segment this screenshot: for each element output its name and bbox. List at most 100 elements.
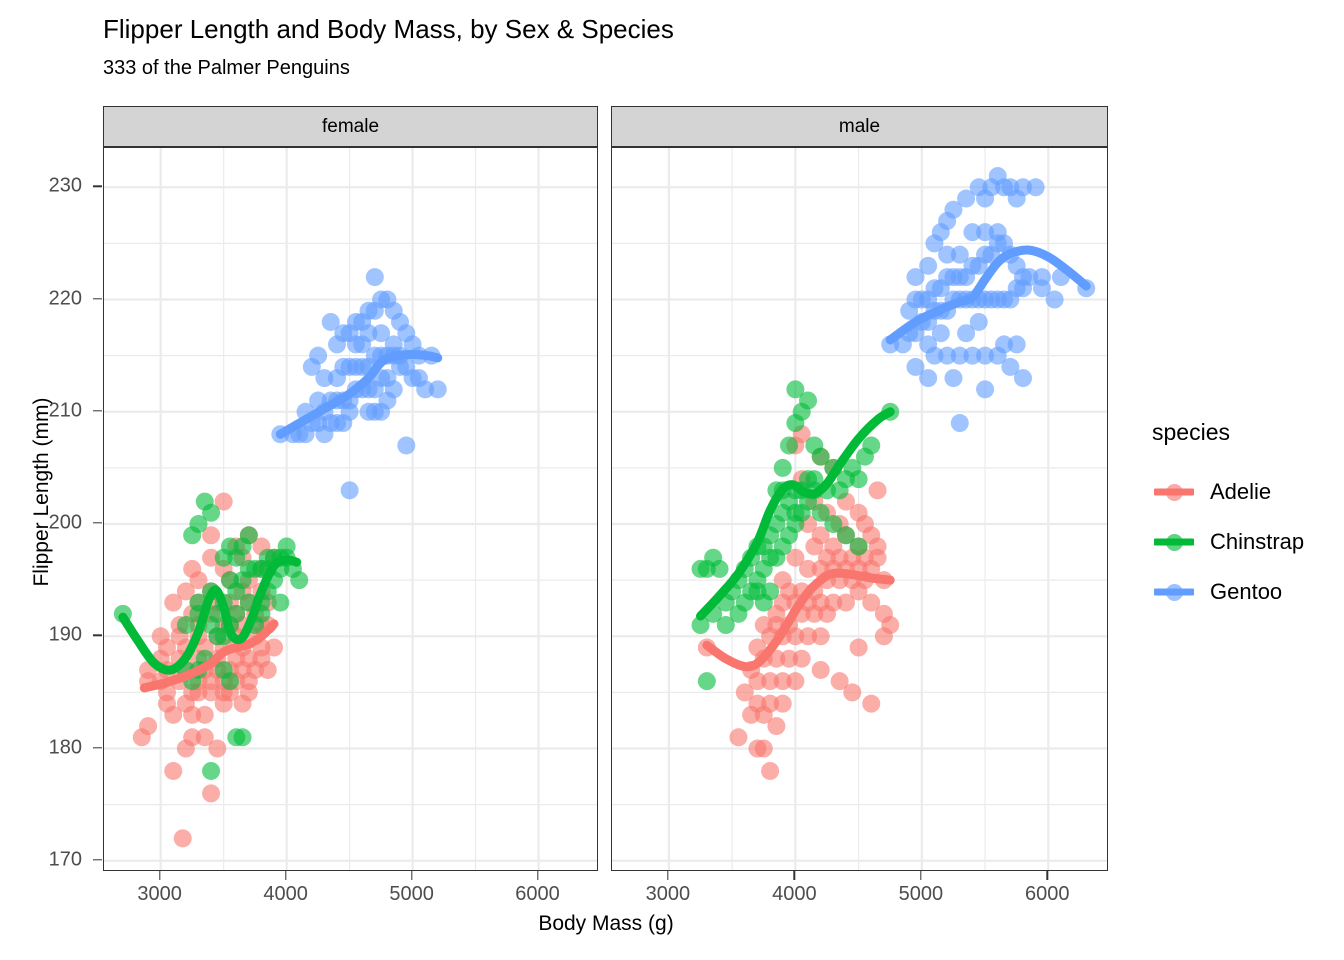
data-point: [868, 481, 887, 500]
data-point: [1014, 369, 1033, 388]
data-point: [748, 582, 767, 601]
legend-item-gentoo[interactable]: Gentoo: [1152, 570, 1282, 614]
data-point: [265, 638, 284, 657]
data-point: [830, 481, 849, 500]
x-tick-mark: [1046, 871, 1048, 880]
facet-strip-female: female: [103, 106, 598, 147]
facet-strip-male: male: [611, 106, 1108, 147]
data-point: [862, 694, 881, 713]
data-point: [1026, 178, 1045, 197]
points-gentoo: [881, 167, 1096, 433]
data-point: [202, 761, 221, 780]
x-tick-label: 4000: [263, 883, 308, 905]
x-tick-label: 6000: [1025, 883, 1070, 905]
data-point: [780, 436, 799, 455]
data-point: [139, 717, 158, 736]
x-tick-label: 3000: [137, 883, 182, 905]
data-point: [944, 369, 963, 388]
data-point: [164, 761, 183, 780]
data-point: [220, 672, 239, 691]
data-point: [271, 593, 290, 612]
data-point: [214, 694, 233, 713]
data-point: [290, 571, 309, 590]
x-tick-label: 4000: [772, 883, 817, 905]
data-point: [786, 672, 805, 691]
data-point: [767, 717, 786, 736]
data-point: [397, 436, 416, 455]
data-point: [359, 402, 378, 421]
y-tick-mark: [93, 634, 102, 636]
x-axis-title: Body Mass (g): [538, 912, 674, 935]
legend-key-point: [1165, 583, 1183, 601]
legend-item-adelie[interactable]: Adelie: [1152, 470, 1271, 514]
data-point: [773, 694, 792, 713]
data-point: [183, 559, 202, 578]
y-tick-label: 190: [48, 623, 82, 646]
data-point: [931, 324, 950, 343]
plot-panel-female: [103, 147, 598, 871]
data-point: [321, 312, 340, 331]
y-tick-label: 180: [48, 736, 82, 759]
legend-key-point: [1165, 533, 1183, 551]
data-point: [151, 627, 170, 646]
data-point: [710, 559, 729, 578]
legend-item-label: Adelie: [1210, 479, 1272, 504]
data-point: [202, 503, 221, 522]
data-point: [239, 526, 258, 545]
legend-item-label: Chinstrap: [1210, 529, 1305, 554]
data-point: [340, 481, 359, 500]
y-tick-label: 170: [48, 848, 82, 871]
data-point: [315, 369, 334, 388]
plot-panel-male: [611, 147, 1108, 871]
x-tick-label: 6000: [515, 883, 560, 905]
x-tick-label: 5000: [389, 883, 434, 905]
y-tick-label: 210: [48, 399, 82, 422]
x-tick-mark: [667, 871, 669, 880]
y-tick-label: 230: [48, 174, 82, 197]
y-tick-mark: [93, 522, 102, 524]
chart-title: Flipper Length and Body Mass, by Sex & S…: [103, 14, 674, 44]
data-point: [202, 784, 221, 803]
data-point: [906, 357, 925, 376]
facet-strip-label: female: [321, 115, 380, 137]
data-point: [950, 414, 969, 433]
y-axis-title: Flipper Length (mm): [30, 397, 53, 587]
data-point: [906, 268, 925, 287]
y-tick-mark: [93, 185, 102, 187]
data-point: [786, 503, 805, 522]
data-point: [830, 672, 849, 691]
data-point: [729, 728, 748, 747]
legend-item-chinstrap[interactable]: Chinstrap: [1152, 520, 1304, 564]
data-point: [428, 380, 447, 399]
y-tick-mark: [93, 297, 102, 300]
data-point: [1045, 290, 1064, 309]
x-tick-mark: [284, 871, 287, 880]
legend-key-glyph: [1152, 470, 1196, 514]
y-tick-mark: [93, 746, 102, 749]
y-tick-label: 200: [48, 511, 82, 534]
data-point: [164, 705, 183, 724]
y-tick-mark: [93, 410, 102, 412]
data-point: [365, 268, 384, 287]
legend-key-glyph: [1152, 520, 1196, 564]
x-tick-mark: [793, 871, 796, 880]
data-point: [773, 458, 792, 477]
data-point: [849, 582, 868, 601]
data-point: [195, 728, 214, 747]
x-tick-mark: [920, 871, 922, 880]
y-tick-label: 220: [48, 287, 82, 310]
data-point: [1032, 268, 1051, 287]
chart-subtitle: 333 of the Palmer Penguins: [103, 57, 350, 79]
data-point: [849, 638, 868, 657]
data-point: [792, 649, 811, 668]
data-point: [233, 728, 252, 747]
legend-key-point: [1165, 483, 1183, 501]
legend-item-label: Gentoo: [1210, 579, 1283, 604]
data-point: [183, 705, 202, 724]
data-point: [176, 739, 195, 758]
data-point: [239, 683, 258, 702]
data-point: [811, 660, 830, 679]
panel-canvas: [612, 148, 1107, 870]
panel-canvas: [104, 148, 597, 870]
data-point: [969, 312, 988, 331]
